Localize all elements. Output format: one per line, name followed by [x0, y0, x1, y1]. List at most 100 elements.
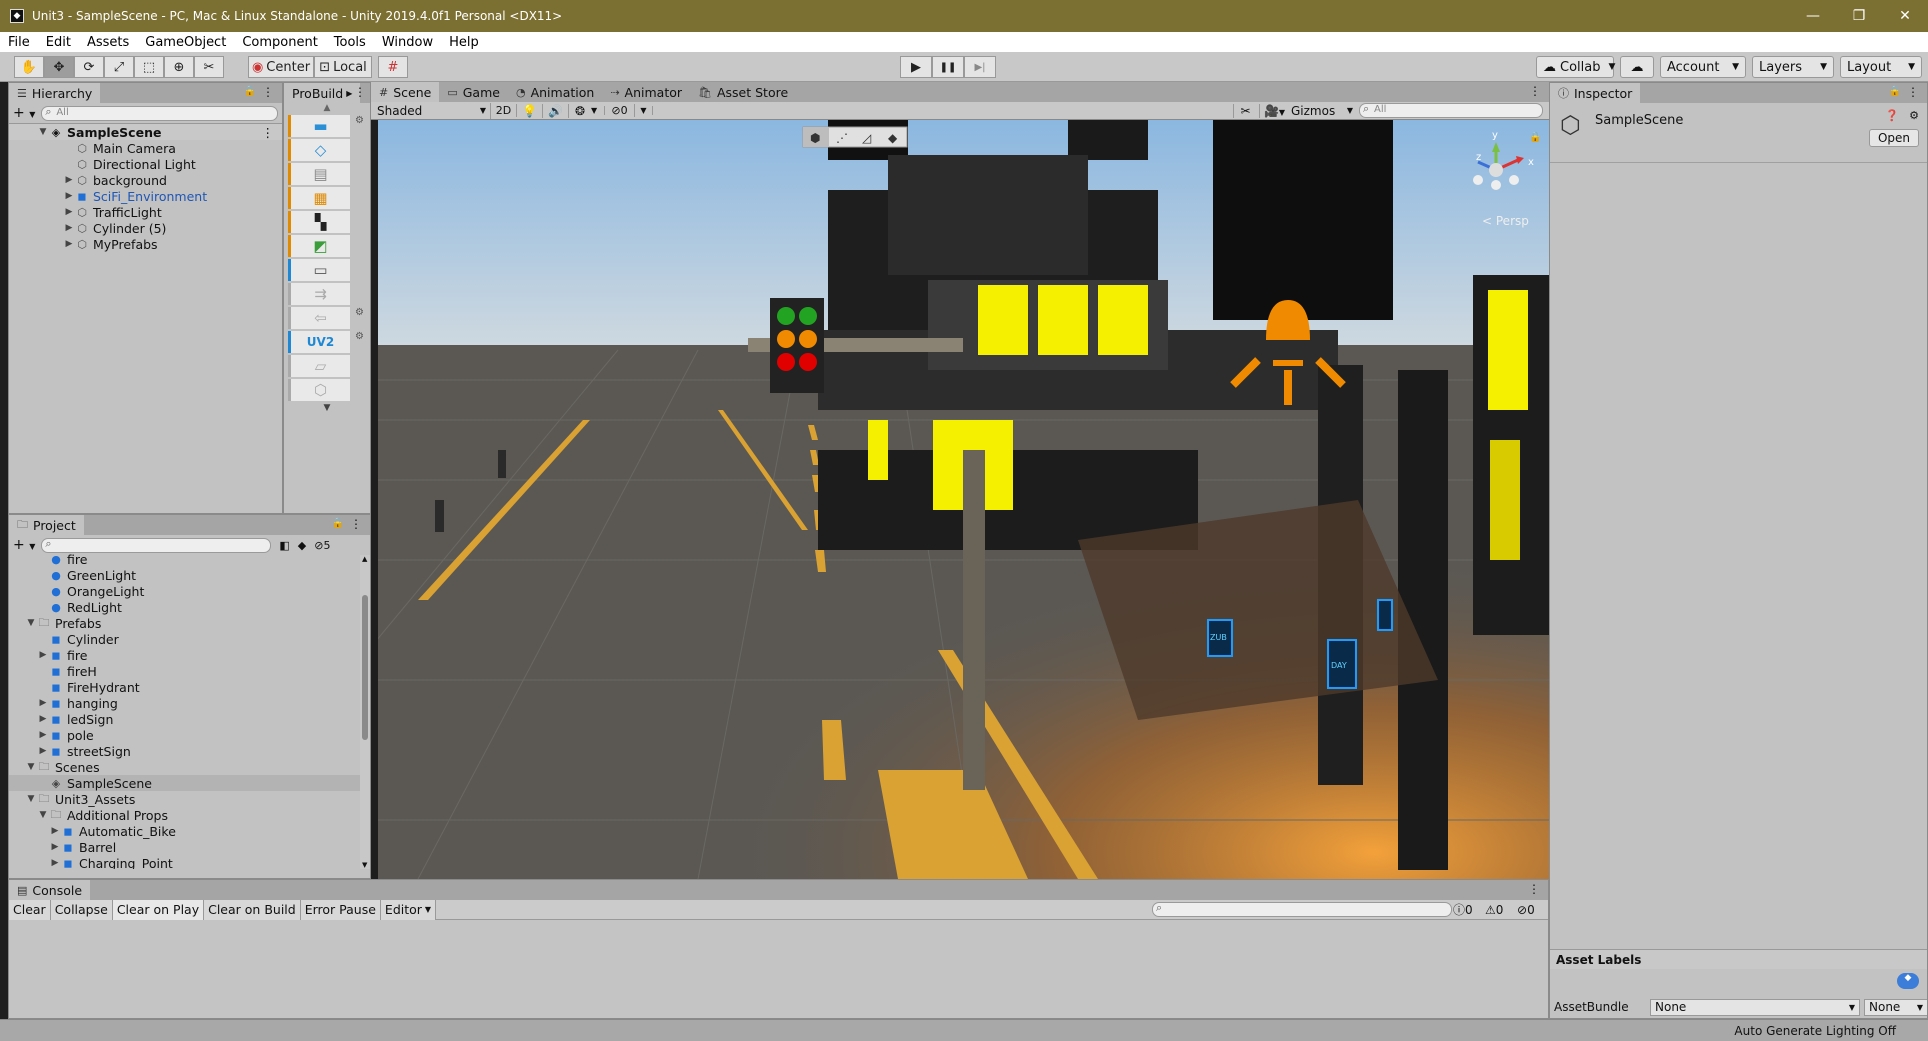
menu-window[interactable]: Window	[374, 35, 441, 50]
tab-inspector[interactable]: ⓘ Inspector	[1550, 83, 1641, 103]
pivot-local-toggle[interactable]: ⊡ Local	[314, 56, 372, 78]
folder-item[interactable]: ▼ 🗀 Unit3_Assets	[9, 791, 360, 807]
lock-icon[interactable]: 🔒	[332, 518, 344, 529]
menu-edit[interactable]: Edit	[38, 35, 79, 50]
scale-tool-button[interactable]: ⤢	[104, 56, 134, 78]
asset-item[interactable]: ▶ ◼ pole	[9, 727, 360, 743]
lighting-icon[interactable]: 💡	[517, 103, 543, 118]
error-count-toggle[interactable]: ⊘0	[1517, 903, 1535, 917]
scene-viewport[interactable]: ZUB DAY ⬢ ⋰ ◿ ◆ y x z < Persp 🔒	[378, 120, 1549, 879]
fold-arrow-icon[interactable]: ▼	[25, 618, 37, 628]
fold-arrow-icon[interactable]: ▶	[37, 650, 49, 660]
panel-menu-icon[interactable]: ⋮	[1907, 85, 1919, 99]
collab-dropdown[interactable]: ☁ Collab ▼	[1536, 56, 1615, 78]
minimize-button[interactable]: —	[1790, 0, 1836, 32]
play-button[interactable]: ▶	[900, 56, 932, 78]
probuilder-tool-button[interactable]: ▚	[288, 211, 350, 233]
step-button[interactable]: ▶|	[964, 56, 996, 78]
fold-arrow-icon[interactable]: ▼	[25, 794, 37, 804]
hierarchy-item[interactable]: ▶ ⬡ MyPrefabs	[9, 236, 282, 252]
scroll-down-icon[interactable]: ▼	[284, 403, 370, 413]
gizmo-lock-icon[interactable]: 🔒	[1529, 131, 1541, 143]
probuilder-tool-button[interactable]: ◇	[288, 139, 350, 161]
tab-scene[interactable]: # Scene	[371, 82, 440, 102]
warning-count-toggle[interactable]: ⚠0	[1485, 903, 1503, 917]
probuilder-tool-button[interactable]: ▦	[288, 187, 350, 209]
asset-item[interactable]: ▶ ◼ Barrel	[9, 839, 360, 855]
cloud-button[interactable]: ☁	[1620, 56, 1654, 78]
lock-icon[interactable]: 🔒	[244, 86, 256, 97]
tab-hierarchy[interactable]: ☰ Hierarchy	[9, 83, 101, 103]
hierarchy-item[interactable]: ▶ ⬡ Cylinder (5)	[9, 220, 282, 236]
transform-tool-button[interactable]: ⊕	[164, 56, 194, 78]
rotate-tool-button[interactable]: ⟳	[74, 56, 104, 78]
fold-arrow-icon[interactable]: ▶	[49, 826, 61, 836]
scene-search-input[interactable]: All	[1359, 102, 1543, 118]
panel-menu-icon[interactable]: ⋮	[350, 517, 362, 531]
probuilder-tool-button[interactable]: ▤	[288, 163, 350, 185]
menu-file[interactable]: File	[0, 35, 38, 50]
probuilder-tool-button[interactable]: ⇉	[288, 283, 350, 305]
grid-snap-button[interactable]: #	[378, 56, 408, 78]
probuilder-tool-button[interactable]: ⇦ ⚙	[288, 307, 364, 329]
effects-dropdown-icon[interactable]: ▼	[591, 106, 605, 115]
folder-item[interactable]: ▼ 🗀 Additional Props	[9, 807, 360, 823]
fold-arrow-icon[interactable]: ▶	[37, 730, 49, 740]
tools-icon[interactable]: ✂	[1233, 103, 1257, 118]
edge-mode-icon[interactable]: ◿	[861, 131, 871, 145]
asset-item[interactable]: ● fire	[9, 551, 360, 567]
tab-console[interactable]: ▤ Console	[9, 880, 91, 900]
probuilder-tool-button[interactable]: ◩	[288, 235, 350, 257]
probuilder-tool-button[interactable]: ▭	[288, 259, 350, 281]
error-pause-toggle[interactable]: Error Pause	[300, 899, 381, 920]
hidden-dropdown-icon[interactable]: ▼	[635, 106, 653, 115]
fold-arrow-icon[interactable]: ▶	[37, 698, 49, 708]
hierarchy-search-input[interactable]: All	[41, 105, 278, 121]
object-mode-icon[interactable]: ⬢	[810, 131, 820, 145]
tab-probuilder[interactable]: ProBuild ▶	[284, 83, 361, 103]
projection-label[interactable]: < Persp	[1482, 214, 1529, 228]
hierarchy-item[interactable]: ⬡ Directional Light	[9, 156, 282, 172]
menu-gameobject[interactable]: GameObject	[137, 35, 234, 50]
project-scrollbar[interactable]: ▲ ▼	[360, 555, 370, 869]
tab-game[interactable]: ▭ Game	[439, 82, 508, 102]
options-gear-icon[interactable]: ⚙	[355, 307, 364, 318]
panel-menu-icon[interactable]: ⋮	[1528, 882, 1540, 896]
console-search-input[interactable]	[1152, 901, 1452, 917]
panel-menu-icon[interactable]: ⋮	[262, 85, 274, 99]
fold-arrow-icon[interactable]: ▼	[25, 762, 37, 772]
help-icon[interactable]: ❓	[1885, 109, 1899, 122]
clear-button[interactable]: Clear	[9, 899, 51, 920]
asset-item[interactable]: ◼ FireHydrant	[9, 679, 360, 695]
editor-dropdown[interactable]: Editor ▼	[380, 899, 437, 920]
asset-item[interactable]: ● RedLight	[9, 599, 360, 615]
audio-icon[interactable]: 🔊	[543, 103, 569, 118]
fold-arrow-icon[interactable]: ▶	[49, 842, 61, 852]
probuilder-tool-button[interactable]: ▱	[288, 355, 350, 377]
panel-menu-icon[interactable]: ⋮	[1529, 84, 1541, 98]
tab-asset-store[interactable]: 🛍 Asset Store	[690, 82, 796, 102]
asset-item[interactable]: ◼ fireH	[9, 663, 360, 679]
options-gear-icon[interactable]: ⚙	[355, 115, 364, 126]
scrollbar-thumb[interactable]	[362, 595, 368, 740]
fold-arrow-icon[interactable]: ▶	[37, 746, 49, 756]
fold-arrow-icon[interactable]: ▶	[49, 858, 61, 868]
folder-item[interactable]: ▼ 🗀 Scenes	[9, 759, 360, 775]
panel-menu-icon[interactable]: ⋮	[354, 85, 366, 99]
asset-variant-dropdown[interactable]: None ▼	[1864, 998, 1927, 1016]
info-count-toggle[interactable]: ⓘ0	[1453, 901, 1473, 918]
fold-arrow-icon[interactable]: ▶	[63, 207, 75, 217]
asset-bundle-dropdown[interactable]: None ▼	[1650, 998, 1860, 1016]
probuilder-mode-toolbar[interactable]: ⬢ ⋰ ◿ ◆	[802, 126, 908, 148]
tab-animation[interactable]: ◔ Animation	[508, 82, 602, 102]
layout-dropdown[interactable]: Layout ▼	[1840, 56, 1922, 78]
asset-item[interactable]: ● OrangeLight	[9, 583, 360, 599]
tab-project[interactable]: 🗀 Project	[9, 515, 84, 535]
camera-icon[interactable]: 🎥▼	[1259, 103, 1289, 118]
project-search-input[interactable]	[41, 537, 272, 553]
clear-on-build-toggle[interactable]: Clear on Build	[204, 899, 301, 920]
asset-item[interactable]: ▶ ◼ hanging	[9, 695, 360, 711]
hierarchy-item[interactable]: ▶ ⬡ background	[9, 172, 282, 188]
menu-tools[interactable]: Tools	[326, 35, 374, 50]
custom-tool-button[interactable]: ✂	[194, 56, 224, 78]
